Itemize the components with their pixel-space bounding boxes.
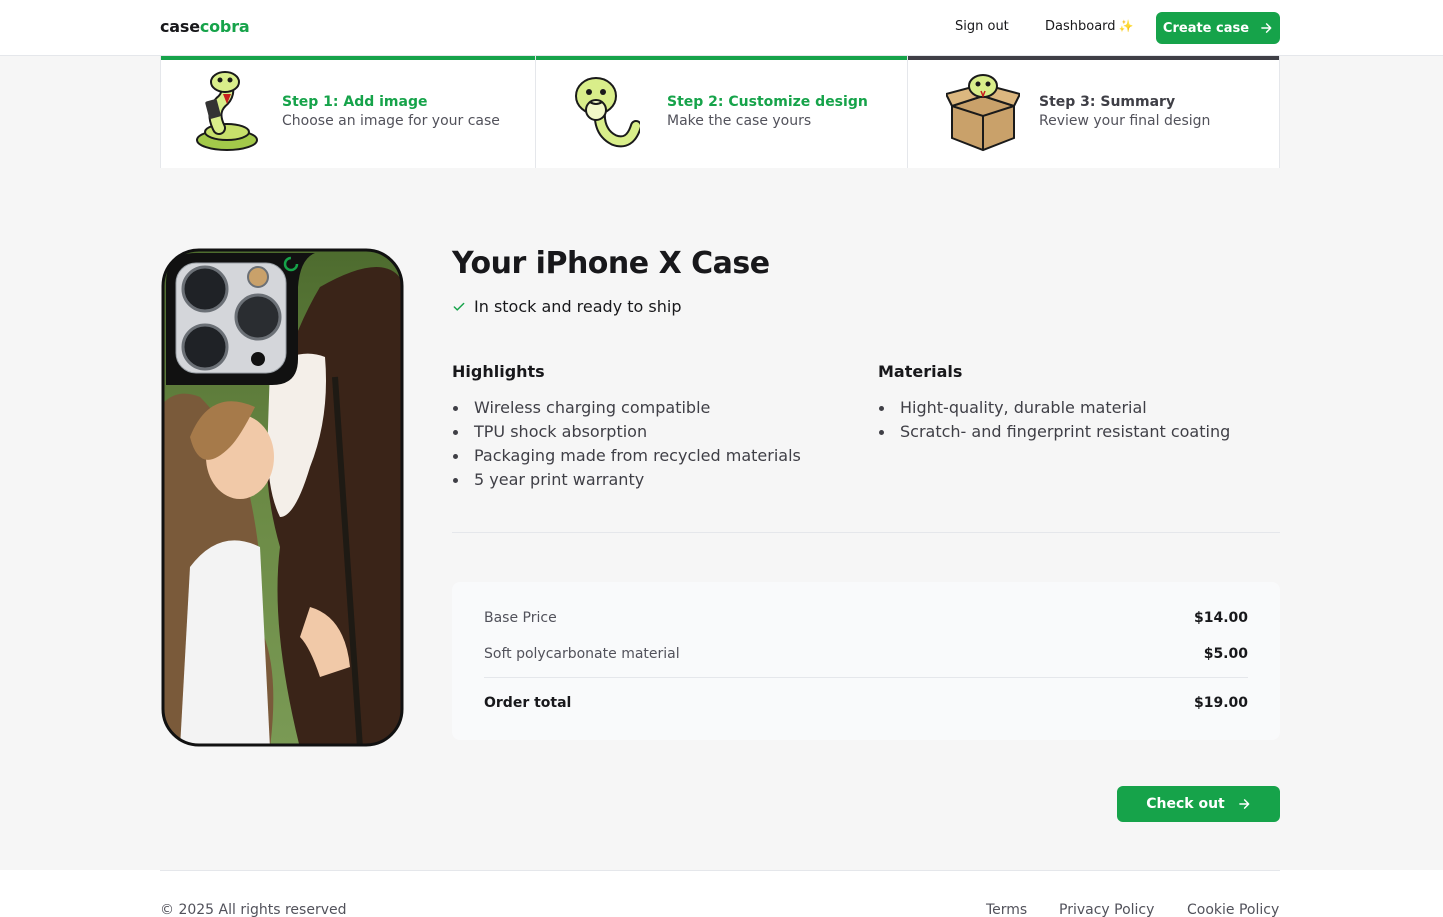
- divider: [452, 532, 1280, 533]
- logo[interactable]: casecobra: [160, 17, 250, 36]
- list-item: Hight-quality, durable material: [878, 396, 1230, 420]
- check-icon: [453, 302, 465, 311]
- snake-in-box-illustration: [946, 74, 1020, 152]
- list-item: Packaging made from recycled materials: [452, 444, 801, 468]
- materials-list: Hight-quality, durable material Scratch-…: [878, 396, 1230, 444]
- arrow-right-icon: [1261, 23, 1272, 33]
- navbar: casecobra Sign out Dashboard ✨ Create cas…: [0, 0, 1443, 56]
- privacy-policy-link[interactable]: Privacy Policy: [1059, 902, 1154, 917]
- step-customize-design: Step 2: Customize design Make the case y…: [535, 56, 907, 168]
- step-progress-bar: [908, 56, 1279, 60]
- price-value: $14.00: [1193, 610, 1248, 626]
- step-text: Step 3: Summary Review your final design: [1039, 93, 1210, 131]
- phone-case-preview: [161, 248, 404, 747]
- arrow-right-icon: [1238, 799, 1250, 809]
- copyright-text: © 2025 All rights reserved: [160, 902, 347, 917]
- price-summary: Base Price $14.00 Soft polycarbonate mat…: [452, 582, 1280, 740]
- step-add-image: Step 1: Add image Choose an image for yo…: [161, 56, 535, 168]
- highlights-heading: Highlights: [452, 362, 545, 381]
- sign-out-link[interactable]: Sign out: [955, 19, 1009, 34]
- sparkle-icon: ✨: [1118, 19, 1134, 33]
- dashboard-label: Dashboard: [1045, 19, 1116, 34]
- step-title: Step 1: Add image: [282, 94, 428, 110]
- order-total-label: Order total: [484, 695, 572, 711]
- footer: © 2025 All rights reserved Terms Privacy…: [0, 870, 1443, 917]
- highlights-list: Wireless charging compatible TPU shock a…: [452, 396, 801, 492]
- order-total-value: $19.00: [1193, 695, 1248, 711]
- step-title: Step 3: Summary: [1039, 94, 1176, 110]
- step-progress-bar: [536, 56, 907, 60]
- logo-text-cobra: cobra: [199, 17, 250, 36]
- checkout-button[interactable]: Check out: [1117, 786, 1280, 822]
- step-description: Choose an image for your case: [282, 113, 500, 129]
- dashboard-link[interactable]: Dashboard ✨: [1045, 19, 1133, 34]
- page-title: Your iPhone X Case: [452, 246, 770, 281]
- step-title: Step 2: Customize design: [667, 94, 868, 110]
- cookie-policy-link[interactable]: Cookie Policy: [1187, 902, 1279, 917]
- list-item: TPU shock absorption: [452, 420, 801, 444]
- order-total-row: Order total $19.00: [484, 695, 1248, 711]
- step-description: Review your final design: [1039, 113, 1211, 129]
- divider: [484, 677, 1248, 678]
- snake-with-phone-illustration: [196, 71, 258, 151]
- create-case-label: Create case: [1162, 20, 1250, 36]
- step-text: Step 2: Customize design Make the case y…: [667, 93, 868, 131]
- list-item: Wireless charging compatible: [452, 396, 801, 420]
- terms-link[interactable]: Terms: [986, 902, 1027, 917]
- stock-text: In stock and ready to ship: [474, 297, 682, 316]
- stock-status: In stock and ready to ship: [452, 297, 682, 316]
- logo-text-case: case: [160, 17, 200, 36]
- price-label: Soft polycarbonate material: [484, 646, 680, 662]
- step-text: Step 1: Add image Choose an image for yo…: [282, 93, 500, 131]
- price-label: Base Price: [484, 610, 557, 626]
- price-row: Base Price $14.00: [484, 610, 1248, 626]
- list-item: Scratch- and fingerprint resistant coati…: [878, 420, 1230, 444]
- divider: [160, 870, 1280, 871]
- checkout-label: Check out: [1146, 796, 1225, 812]
- snake-illustration: [575, 77, 640, 148]
- materials-heading: Materials: [878, 362, 963, 381]
- create-case-button[interactable]: Create case: [1156, 12, 1280, 44]
- step-summary: Step 3: Summary Review your final design: [907, 56, 1279, 168]
- price-row: Soft polycarbonate material $5.00: [484, 646, 1248, 662]
- list-item: 5 year print warranty: [452, 468, 801, 492]
- price-value: $5.00: [1203, 646, 1248, 662]
- step-description: Make the case yours: [667, 113, 812, 129]
- step-progress-bar: [161, 56, 535, 60]
- progress-steps: Step 1: Add image Choose an image for yo…: [160, 56, 1280, 168]
